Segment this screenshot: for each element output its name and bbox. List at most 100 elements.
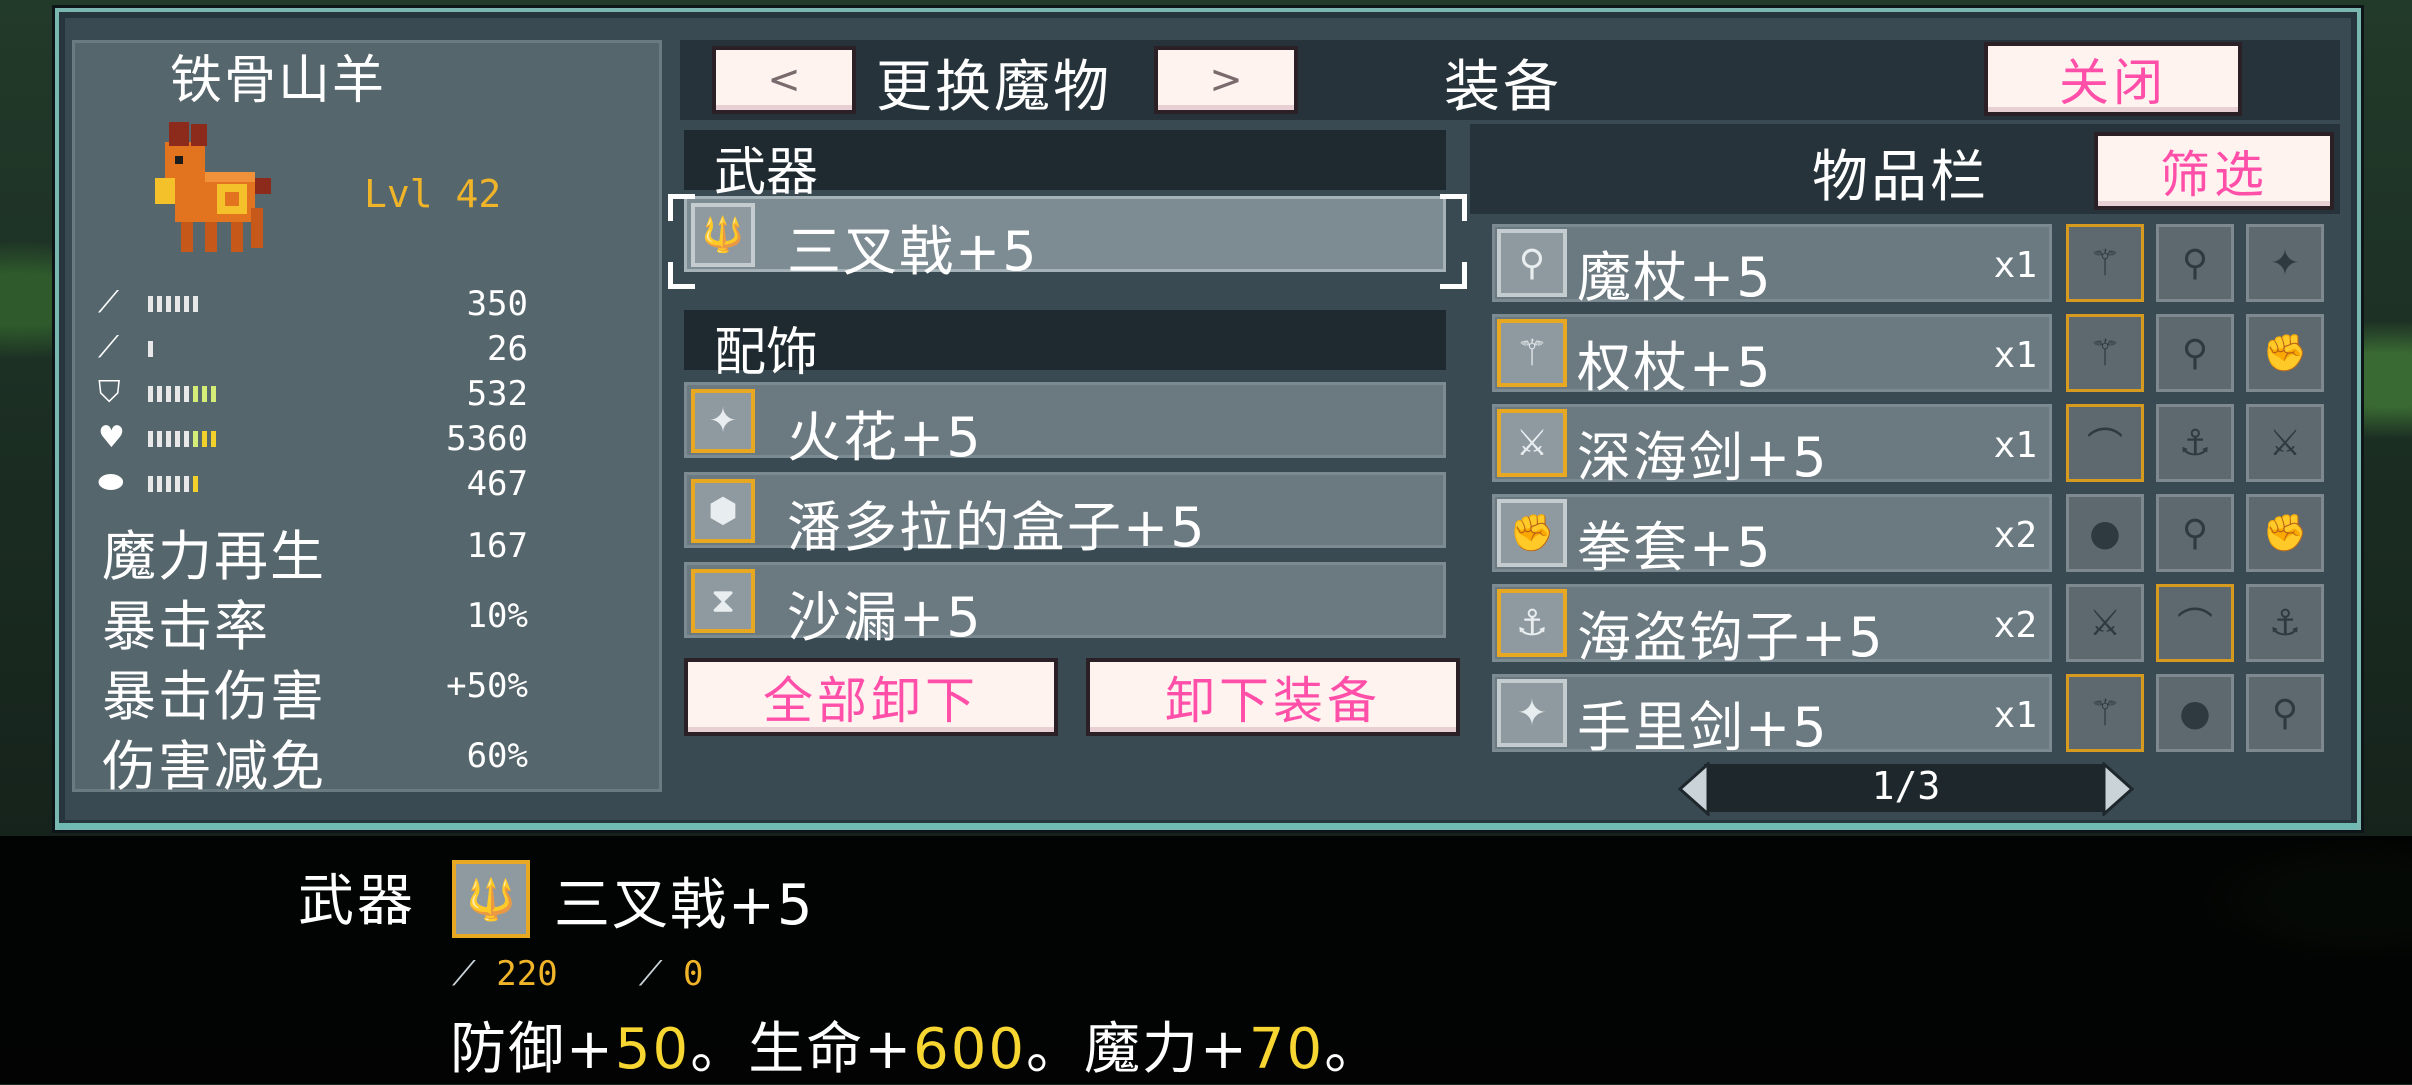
inventory-item-name: 权杖+5 [1577, 336, 1773, 399]
accessory-slot-2[interactable]: ⬢ 潘多拉的盒子+5 [684, 472, 1446, 559]
effect-defense-label: 防御+ [450, 1017, 615, 1082]
stat-label: 魔力再生 [102, 525, 326, 588]
hook-icon: ⚓ [1497, 589, 1567, 657]
wand-icon: ⚲ [1497, 229, 1567, 297]
scepter-icon[interactable]: ⚚ [2066, 674, 2144, 752]
weapon-header-label: 武器 [714, 143, 819, 203]
monster-name: 铁骨山羊 [170, 51, 387, 111]
box-icon: ⬢ [691, 479, 755, 543]
sword-icon: ⟋ [452, 954, 476, 994]
accessory-slot-3[interactable]: ⧗ 沙漏+5 [684, 562, 1446, 649]
sword-icon: ⟋ [98, 285, 119, 320]
inventory-item-count: x2 [1993, 605, 2037, 646]
description-item-name: 三叉戟+5 [554, 873, 815, 938]
stat-bar [148, 386, 216, 402]
sword-icon: ⚔ [1497, 409, 1567, 477]
wand-icon: ⟋ [98, 330, 119, 365]
stat-bar [148, 341, 153, 357]
shuriken-icon: ✦ [1497, 679, 1567, 747]
weapon-slot[interactable]: 🔱 三叉戟+5 [684, 196, 1446, 283]
inventory-item-name: 拳套+5 [1577, 516, 1773, 579]
hook-icon[interactable]: ⚓ [2246, 584, 2324, 662]
gauntlet-icon[interactable]: ✊ [2246, 494, 2324, 572]
pagination: 1/3 [1676, 758, 2136, 818]
scepter-icon[interactable]: ⚚ [2066, 314, 2144, 392]
prev-monster-button[interactable]: < [712, 46, 856, 114]
description-effects: 防御+50。生命+600。魔力+70。 [450, 1004, 1382, 1085]
selection-corner [1440, 262, 1467, 289]
stat-text-value: +50% [446, 666, 528, 706]
wand-icon[interactable]: ⚲ [2156, 494, 2234, 572]
effect-hp-label: 。生命+ [690, 1017, 914, 1082]
accessory-section-header: 配饰 [684, 310, 1446, 383]
inventory-item-count: x1 [1993, 695, 2037, 736]
effect-defense-value: 50 [614, 1017, 691, 1082]
wand-icon[interactable]: ⚲ [2156, 224, 2234, 302]
inventory-item[interactable]: ⚔ 深海剑+5 x1 [1492, 404, 2052, 489]
stat-value: 350 [466, 284, 528, 324]
accessory-header-label: 配饰 [714, 323, 819, 383]
inventory-item-name: 魔杖+5 [1577, 246, 1773, 309]
page-indicator: 1/3 [1871, 764, 1941, 808]
heart-icon: ♥ [98, 420, 125, 455]
bow-icon[interactable]: ⌒ [2066, 404, 2144, 482]
stat-label: 伤害减免 [102, 735, 326, 798]
inventory-item-name: 深海剑+5 [1577, 426, 1829, 489]
inventory-item-count: x1 [1993, 425, 2037, 466]
inventory-item[interactable]: ⚓ 海盗钩子+5 x2 [1492, 584, 2052, 669]
bomb-icon[interactable]: ● [2156, 674, 2234, 752]
stat-bar [148, 296, 198, 312]
accessory-name: 潘多拉的盒子+5 [787, 496, 1207, 559]
wand-icon: ⟋ [638, 954, 663, 994]
close-button[interactable]: 关闭 [1984, 42, 2242, 116]
selection-corner [668, 194, 695, 221]
stat-row: ⟋ 26 [98, 329, 528, 371]
filter-button[interactable]: 筛选 [2094, 132, 2334, 210]
wand-icon[interactable]: ⚲ [2246, 674, 2324, 752]
stat-text-value: 60% [466, 736, 528, 776]
wand-icon[interactable]: ⚲ [2156, 314, 2234, 392]
stat-row: ♥ 5360 [98, 419, 528, 461]
scepter-icon: ⚚ [1497, 319, 1567, 387]
sword-icon[interactable]: ⚔ [2066, 584, 2144, 662]
inventory-item[interactable]: ✊ 拳套+5 x2 [1492, 494, 2052, 579]
inventory-item[interactable]: ⚲ 魔杖+5 x1 [1492, 224, 2052, 309]
effect-end: 。 [1324, 1017, 1383, 1082]
effect-mp-label: 。魔力+ [1026, 1017, 1249, 1082]
stat-value: 5360 [446, 419, 528, 459]
accessory-slot-1[interactable]: ✦ 火花+5 [684, 382, 1446, 469]
trident-icon: 🔱 [691, 203, 755, 267]
stat-text-value: 167 [466, 526, 528, 566]
description-stats: ⟋ 220 ⟋ 0 [452, 954, 703, 994]
stat-row: ⛉ 532 [98, 374, 528, 416]
stat-value: 467 [466, 464, 528, 504]
weapon-section-header: 武器 [684, 130, 1446, 203]
equipment-title: 装备 [1444, 55, 1562, 120]
unequip-button[interactable]: 卸下装备 [1086, 658, 1460, 736]
trident-icon: 🔱 [452, 860, 530, 938]
selection-corner [668, 262, 695, 289]
unequip-all-button[interactable]: 全部卸下 [684, 658, 1058, 736]
selection-corner [1440, 194, 1467, 221]
bomb-icon[interactable]: ● [2066, 494, 2144, 572]
weapon-name: 三叉戟+5 [787, 220, 1039, 283]
gauntlet-icon[interactable]: ✊ [2246, 314, 2324, 392]
effect-mp-value: 70 [1248, 1017, 1325, 1082]
inventory-item[interactable]: ✦ 手里剑+5 x1 [1492, 674, 2052, 759]
mana-icon: ⬬ [98, 465, 124, 500]
hook-icon[interactable]: ⚓ [2156, 404, 2234, 482]
spark-icon: ✦ [691, 389, 755, 453]
next-monster-button[interactable]: > [1154, 46, 1298, 114]
stat-value: 532 [466, 374, 528, 414]
inventory-item-count: x1 [1993, 335, 2037, 376]
sword-icon[interactable]: ⚔ [2246, 404, 2324, 482]
shuriken-icon[interactable]: ✦ [2246, 224, 2324, 302]
bow-icon[interactable]: ⌒ [2156, 584, 2234, 662]
inventory-item[interactable]: ⚚ 权杖+5 x1 [1492, 314, 2052, 399]
stat-bar [148, 476, 198, 492]
stat-bar [148, 431, 216, 447]
scepter-icon[interactable]: ⚚ [2066, 224, 2144, 302]
inventory-item-name: 手里剑+5 [1577, 696, 1829, 759]
monster-level: Lvl 42 [364, 172, 502, 216]
hourglass-icon: ⧗ [691, 569, 755, 633]
